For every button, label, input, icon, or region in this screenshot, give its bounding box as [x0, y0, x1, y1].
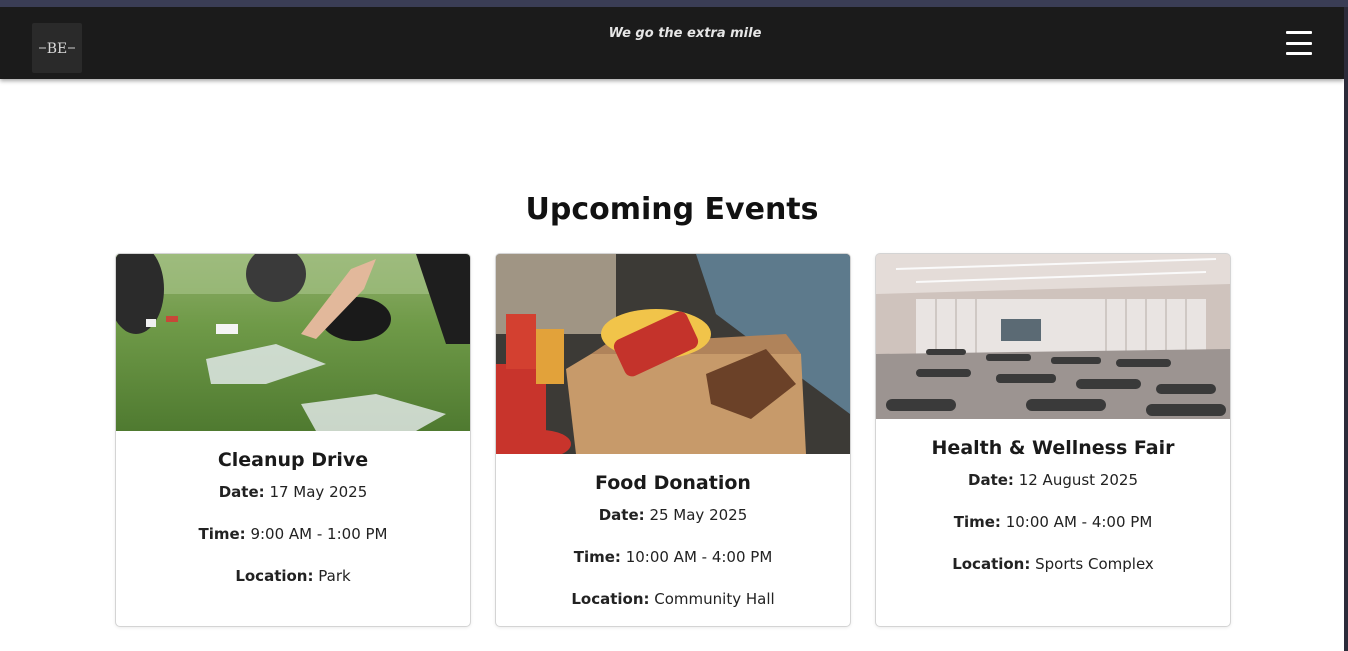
time-label: Time: [573, 548, 621, 566]
time-label: Time: [953, 513, 1001, 531]
tagline: We go the extra mile [608, 26, 762, 41]
location-label: Location: [571, 590, 650, 608]
event-location: Location: Sports Complex [876, 553, 1230, 575]
event-body: Food Donation Date: 25 May 2025 Time: 10… [496, 472, 850, 610]
menu-bar [1286, 41, 1312, 45]
date-value: 17 May 2025 [269, 483, 368, 501]
event-card-wellness-fair[interactable]: Health & Wellness Fair Date: 12 August 2… [875, 253, 1231, 627]
menu-bar [1286, 52, 1312, 55]
navbar: BE We go the extra mile [0, 7, 1344, 79]
event-time: Time: 10:00 AM - 4:00 PM [876, 511, 1230, 533]
date-value: 12 August 2025 [1018, 471, 1138, 489]
event-location: Location: Park [116, 565, 470, 587]
event-image-food-donation [496, 254, 850, 454]
event-body: Health & Wellness Fair Date: 12 August 2… [876, 437, 1230, 575]
logo-text: BE [47, 41, 68, 57]
time-label: Time: [198, 525, 246, 543]
location-label: Location: [952, 555, 1031, 573]
event-time: Time: 10:00 AM - 4:00 PM [496, 546, 850, 568]
section-title: Upcoming Events [525, 192, 819, 227]
event-time: Time: 9:00 AM - 1:00 PM [116, 523, 470, 545]
menu-icon[interactable] [1286, 31, 1314, 55]
page: BE We go the extra mile Upcoming Events [0, 7, 1344, 651]
event-title: Cleanup Drive [217, 449, 369, 471]
event-card-cleanup[interactable]: Cleanup Drive Date: 17 May 2025 Time: 9:… [115, 253, 471, 627]
date-label: Date: [218, 483, 265, 501]
event-image-wellness-fair [876, 254, 1230, 419]
menu-bar [1286, 31, 1312, 34]
location-value: Sports Complex [1035, 555, 1154, 573]
date-label: Date: [598, 506, 645, 524]
date-label: Date: [968, 471, 1014, 489]
event-date: Date: 25 May 2025 [496, 504, 850, 526]
event-card-food-donation[interactable]: Food Donation Date: 25 May 2025 Time: 10… [495, 253, 851, 627]
time-value: 9:00 AM - 1:00 PM [250, 525, 388, 543]
time-value: 10:00 AM - 4:00 PM [625, 548, 773, 566]
event-location: Location: Community Hall [496, 588, 850, 610]
location-label: Location: [235, 567, 314, 585]
event-date: Date: 17 May 2025 [116, 481, 470, 503]
time-value: 10:00 AM - 4:00 PM [1005, 513, 1153, 531]
date-value: 25 May 2025 [649, 506, 748, 524]
event-title: Food Donation [595, 472, 751, 494]
event-image-cleanup [116, 254, 470, 431]
event-body: Cleanup Drive Date: 17 May 2025 Time: 9:… [116, 449, 470, 587]
event-title: Health & Wellness Fair [931, 437, 1175, 459]
location-value: Community Hall [654, 590, 775, 608]
event-date: Date: 12 August 2025 [876, 469, 1230, 491]
window-top-strip [0, 0, 1348, 7]
location-value: Park [318, 567, 351, 585]
